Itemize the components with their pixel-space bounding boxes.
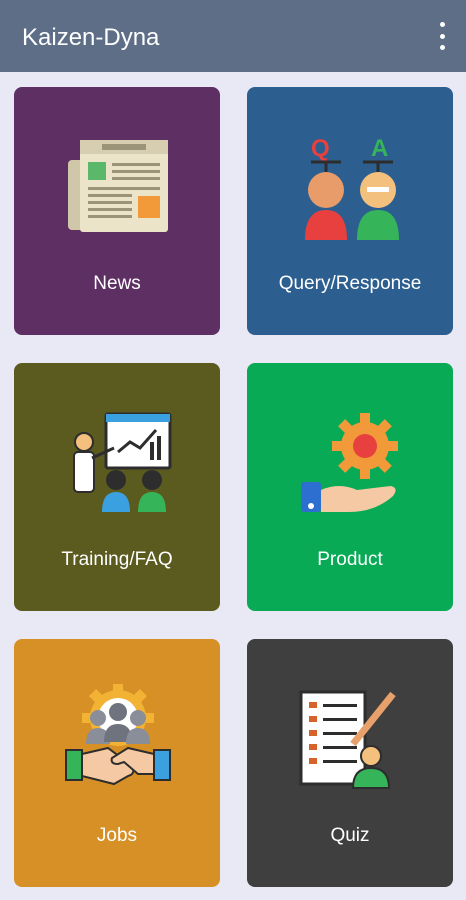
quiz-checklist-icon bbox=[299, 690, 396, 789]
menu-dot bbox=[439, 22, 445, 27]
tile-news[interactable]: News bbox=[14, 87, 220, 335]
qa-people-icon: Q A bbox=[305, 135, 399, 240]
tile-label: News bbox=[93, 273, 141, 294]
menu-dot bbox=[439, 33, 445, 39]
newspaper-icon bbox=[68, 140, 168, 232]
q-letter: Q bbox=[311, 135, 330, 162]
training-presentation-icon bbox=[73, 412, 172, 512]
tile-label: Training/FAQ bbox=[61, 549, 173, 570]
tile-label: Product bbox=[317, 549, 383, 570]
tile-training-faq[interactable]: Training/FAQ bbox=[14, 363, 220, 611]
tile-label: Query/Response bbox=[278, 273, 422, 294]
menu-dot bbox=[439, 45, 445, 50]
product-gear-hand-icon bbox=[301, 413, 398, 512]
tile-product[interactable]: Product bbox=[247, 363, 453, 611]
tile-query-response[interactable]: Q A Query/Response bbox=[247, 87, 453, 335]
app-title: Kaizen-Dyna bbox=[22, 24, 160, 51]
tile-jobs[interactable]: Jobs bbox=[14, 639, 220, 887]
overflow-menu-icon[interactable] bbox=[432, 22, 452, 50]
tile-label: Jobs bbox=[96, 825, 138, 846]
handshake-gear-icon bbox=[65, 684, 171, 786]
tile-label: Quiz bbox=[330, 825, 370, 846]
a-letter: A bbox=[371, 135, 388, 162]
tile-quiz[interactable]: Quiz bbox=[247, 639, 453, 887]
app-bar: Kaizen-Dyna bbox=[0, 0, 466, 72]
